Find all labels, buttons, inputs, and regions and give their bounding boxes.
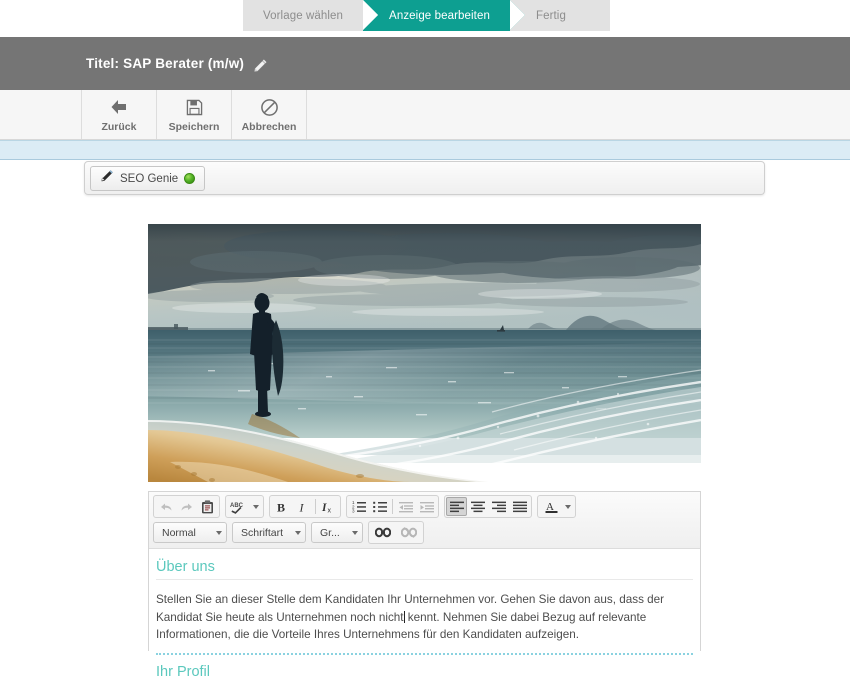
- chevron-down-icon: [295, 530, 301, 535]
- toolbar-divider: [392, 499, 393, 514]
- italic-icon[interactable]: I: [292, 497, 313, 516]
- spellcheck-group: ABC: [225, 495, 264, 518]
- title-bar: Titel: SAP Berater (m/w): [0, 37, 850, 90]
- align-center-icon[interactable]: [467, 497, 488, 516]
- green-status-dot: [184, 173, 196, 184]
- magic-pen-icon: [100, 169, 114, 188]
- section-heading-ihr-profil: Ihr Profil: [156, 663, 210, 680]
- chevron-down-icon[interactable]: [253, 504, 259, 509]
- chevron-down-icon: [352, 530, 358, 535]
- wizard-step-label: Anzeige bearbeiten: [389, 9, 490, 22]
- align-left-icon[interactable]: [446, 497, 467, 516]
- wizard-step-label: Fertig: [535, 9, 566, 22]
- unlink-icon[interactable]: [396, 523, 422, 542]
- wizard-step-fertig[interactable]: Fertig: [509, 0, 610, 31]
- action-toolbar: Zurück Speichern Abbrechen: [0, 90, 850, 140]
- pencil-icon[interactable]: [253, 58, 268, 73]
- wizard-step-anzeige-bearbeiten[interactable]: Anzeige bearbeiten: [363, 0, 525, 31]
- cancel-button-label: Abbrechen: [241, 120, 297, 133]
- editor-content[interactable]: Über uns Stellen Sie an dieser Stelle de…: [149, 549, 700, 680]
- redo-icon[interactable]: [176, 497, 197, 516]
- font-family-select[interactable]: Schriftart: [232, 522, 306, 543]
- seo-genie-button[interactable]: SEO Genie: [90, 166, 206, 191]
- section-paragraph-ueber-uns[interactable]: Stellen Sie an dieser Stelle dem Kandida…: [156, 591, 693, 644]
- align-justify-icon[interactable]: [509, 497, 530, 516]
- svg-text:I: I: [299, 500, 305, 514]
- outdent-icon[interactable]: [395, 497, 416, 516]
- paragraph-format-value: Normal: [162, 526, 196, 539]
- list-indent-group: 123: [346, 495, 439, 518]
- seo-panel: SEO Genie: [84, 161, 765, 195]
- arrow-left-icon: [109, 97, 129, 118]
- svg-text:I: I: [321, 502, 327, 514]
- prohibition-icon: [260, 97, 279, 118]
- editor-toolbar: ABC B I I x 1 2 3 A Normal Schriftart Gr…: [149, 492, 700, 549]
- save-button[interactable]: Speichern: [156, 90, 232, 139]
- numbered-list-icon[interactable]: 123: [348, 497, 369, 516]
- spellcheck-icon[interactable]: ABC: [227, 497, 253, 516]
- clipboard-group: [153, 495, 220, 518]
- font-size-value: Gr...: [320, 526, 340, 539]
- back-button-label: Zurück: [101, 120, 137, 133]
- back-button[interactable]: Zurück: [81, 90, 157, 139]
- seo-genie-label: SEO Genie: [120, 172, 179, 185]
- save-button-label: Speichern: [168, 120, 220, 133]
- editor-toolbar-row-1: ABC B I I x 1 2 3 A: [153, 495, 696, 518]
- editor-toolbar-row-2: Normal Schriftart Gr...: [153, 521, 696, 544]
- hero-image[interactable]: [148, 224, 701, 482]
- cancel-button[interactable]: Abbrechen: [231, 90, 307, 139]
- chevron-down-icon[interactable]: [565, 504, 571, 509]
- step-notch: [363, 0, 379, 30]
- paragraph-format-select[interactable]: Normal: [153, 522, 227, 543]
- indent-icon[interactable]: [416, 497, 437, 516]
- svg-text:3: 3: [352, 508, 355, 512]
- wizard-step-vorlage-waehlen[interactable]: Vorlage wählen: [243, 0, 379, 31]
- svg-text:ABC: ABC: [230, 503, 244, 509]
- section-divider: [156, 652, 693, 655]
- font-family-value: Schriftart: [241, 526, 284, 539]
- toolbar-divider: [315, 499, 316, 514]
- chevron-down-icon: [216, 530, 222, 535]
- paste-clipboard-icon[interactable]: [197, 497, 218, 516]
- wizard-step-label: Vorlage wählen: [263, 9, 344, 22]
- remove-format-icon[interactable]: I x: [318, 497, 339, 516]
- rich-text-editor: ABC B I I x 1 2 3 A Normal Schriftart Gr…: [148, 491, 701, 680]
- bulleted-list-icon[interactable]: [369, 497, 390, 516]
- svg-text:B: B: [277, 500, 285, 514]
- text-color-group: A: [537, 495, 576, 518]
- info-band: [0, 140, 850, 160]
- page-title: Titel: SAP Berater (m/w): [86, 56, 245, 71]
- text-format-group: B I I x: [269, 495, 341, 518]
- alignment-group: [444, 495, 532, 518]
- bold-icon[interactable]: B: [271, 497, 292, 516]
- step-notch: [509, 0, 525, 30]
- svg-text:x: x: [327, 507, 331, 514]
- undo-icon[interactable]: [155, 497, 176, 516]
- floppy-disk-icon: [186, 97, 203, 118]
- section-heading-ueber-uns: Über uns: [156, 559, 693, 580]
- align-right-icon[interactable]: [488, 497, 509, 516]
- insert-link-icon[interactable]: [370, 523, 396, 542]
- text-color-icon[interactable]: A: [539, 497, 565, 516]
- wizard-steps: Vorlage wählen Anzeige bearbeiten Fertig: [243, 0, 610, 31]
- font-size-select[interactable]: Gr...: [311, 522, 363, 543]
- link-group: [368, 521, 424, 544]
